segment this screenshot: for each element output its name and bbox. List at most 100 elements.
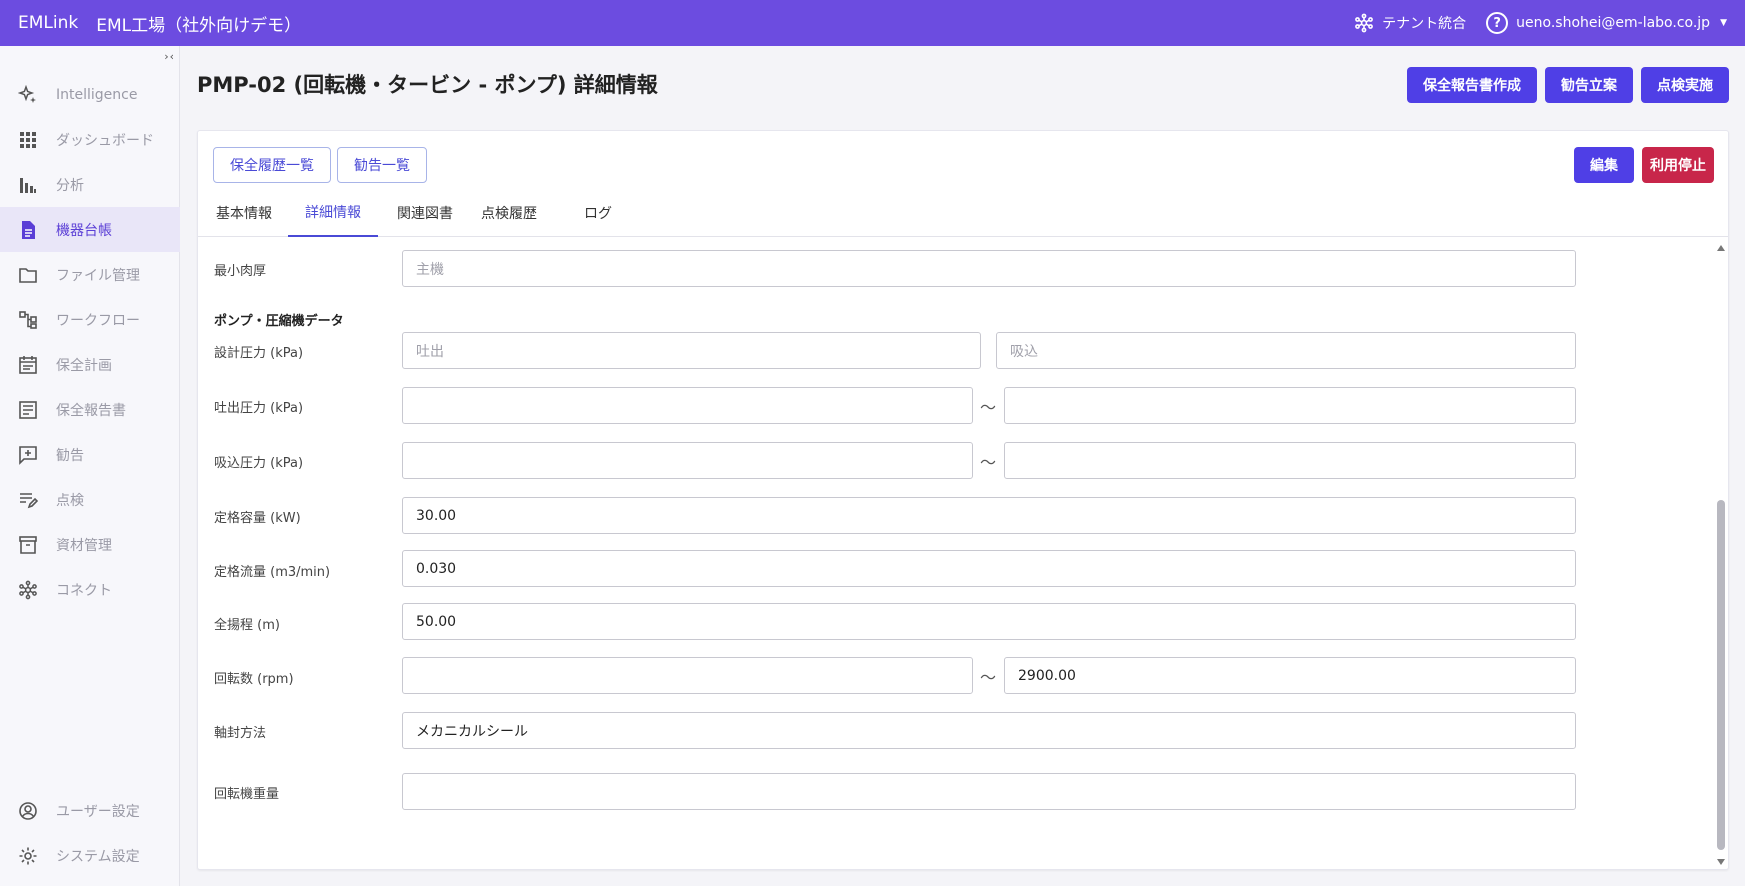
sidebar-item-user-settings[interactable]: ユーザー設定: [0, 788, 180, 833]
min-thickness-input[interactable]: 主機: [402, 250, 1576, 287]
user-email: ueno.shohei@em-labo.co.jp: [1516, 15, 1711, 31]
edit-list-icon: [18, 490, 38, 510]
range-separator: 〜: [980, 398, 997, 417]
page-actions: 保全報告書作成 勧告立案 点検実施: [1407, 67, 1729, 103]
sidebar-item-dashboard[interactable]: ダッシュボード: [0, 117, 180, 162]
rotor-weight-input[interactable]: [402, 773, 1576, 810]
sidebar-item-advice[interactable]: 勧告: [0, 432, 180, 477]
sidebar-item-label: 保全計画: [56, 357, 112, 374]
bar-chart-icon: [18, 175, 38, 195]
sidebar-bottom: ユーザー設定 システム設定: [0, 788, 180, 878]
folder-icon: [18, 265, 38, 285]
top-bar: EMLink EML工場（社外向けデモ） テナント統合 ? ueno.shohe…: [0, 0, 1745, 46]
network-icon: [18, 580, 38, 600]
field-value: 2900.00: [1018, 667, 1076, 684]
run-inspection-button[interactable]: 点検実施: [1641, 67, 1729, 103]
discharge-pressure-to-input[interactable]: [1004, 387, 1576, 424]
gear-icon: [18, 846, 38, 866]
range-separator: 〜: [980, 453, 997, 472]
min-thickness-label: 最小肉厚: [214, 264, 267, 279]
sidebar-item-label: ダッシュボード: [56, 132, 154, 149]
rated-flow-input[interactable]: 0.030: [402, 550, 1576, 587]
sidebar-item-inspection[interactable]: 点検: [0, 477, 180, 522]
field-value: 0.030: [416, 560, 457, 577]
detail-card: 保全履歴一覧 勧告一覧 編集 利用停止 基本情報 詳細情報 関連図書 点検履歴 …: [197, 130, 1729, 870]
discharge-pressure-label: 吐出圧力 (kPa): [214, 401, 304, 416]
sidebar: ›‹ Intelligence ダッシュボード 分析 機器台帳 ファイル管理 ワ…: [0, 46, 180, 886]
page-title: PMP-02 (回転機・タービン - ポンプ) 詳細情報: [197, 73, 658, 97]
sidebar-item-analysis[interactable]: 分析: [0, 162, 180, 207]
sidebar-item-connect[interactable]: コネクト: [0, 567, 180, 612]
sidebar-item-label: 保全報告書: [56, 402, 126, 419]
sidebar-item-equipment-ledger[interactable]: 機器台帳: [0, 207, 180, 252]
collapse-sidebar-icon[interactable]: ›‹: [164, 50, 175, 63]
vertical-scrollbar[interactable]: [1716, 245, 1726, 865]
field-value: メカニカルシール: [416, 723, 528, 740]
tenant-label: テナント統合: [1382, 16, 1467, 32]
comment-plus-icon: [18, 445, 38, 465]
rotation-speed-label: 回転数 (rpm): [214, 672, 294, 687]
sidebar-item-label: 分析: [56, 177, 84, 194]
scrollbar-thumb[interactable]: [1717, 500, 1725, 850]
design-pressure-suction-input[interactable]: 吸込: [996, 332, 1576, 369]
rotation-speed-to-input[interactable]: 2900.00: [1004, 657, 1576, 694]
sidebar-item-label: 資材管理: [56, 537, 112, 554]
site-name: EML工場（社外向けデモ）: [96, 15, 302, 36]
sidebar-item-materials[interactable]: 資材管理: [0, 522, 180, 567]
sidebar-item-label: 機器台帳: [56, 222, 112, 239]
sidebar-item-maintenance-plan[interactable]: 保全計画: [0, 342, 180, 387]
create-report-button[interactable]: 保全報告書作成: [1407, 67, 1537, 103]
archive-icon: [18, 535, 38, 555]
min-thickness-placeholder: 主機: [416, 261, 444, 278]
report-icon: [18, 400, 38, 420]
grid-icon: [18, 130, 38, 150]
section-title: ポンプ・圧縮機データ: [214, 314, 344, 329]
sidebar-item-label: 点検: [56, 492, 84, 509]
create-advice-button[interactable]: 勧告立案: [1545, 67, 1633, 103]
calendar-icon: [18, 355, 38, 375]
sidebar-item-system-settings[interactable]: システム設定: [0, 833, 180, 878]
rated-capacity-input[interactable]: 30.00: [402, 497, 1576, 534]
design-pressure-discharge-input[interactable]: 吐出: [402, 332, 981, 369]
help-icon[interactable]: ?: [1486, 12, 1509, 34]
range-separator: 〜: [980, 668, 997, 687]
sidebar-item-workflow[interactable]: ワークフロー: [0, 297, 180, 342]
tab-inspection-history[interactable]: 点検履歴: [478, 189, 540, 237]
rotation-speed-from-input[interactable]: [402, 657, 973, 694]
rotor-weight-label: 回転機重量: [214, 787, 280, 802]
tab-detail-info[interactable]: 詳細情報: [288, 189, 378, 237]
sidebar-item-intelligence[interactable]: Intelligence: [0, 72, 180, 117]
maintenance-history-button[interactable]: 保全履歴一覧: [213, 147, 331, 183]
scroll-up-arrow-icon[interactable]: [1717, 245, 1725, 251]
form-scroll-area[interactable]: 最小肉厚 主機 ポンプ・圧縮機データ 設計圧力 (kPa) 吐出 吸込 吐出圧力…: [198, 238, 1728, 869]
disable-button[interactable]: 利用停止: [1642, 147, 1714, 183]
user-menu[interactable]: ? ueno.shohei@em-labo.co.jp ▼: [1486, 12, 1727, 34]
workflow-icon: [18, 310, 38, 330]
sidebar-item-label: 勧告: [56, 447, 84, 464]
tenant-switch[interactable]: テナント統合: [1354, 13, 1466, 33]
total-head-label: 全揚程 (m): [214, 618, 280, 633]
header-right: テナント統合 ? ueno.shohei@em-labo.co.jp ▼: [1354, 12, 1727, 34]
field-value: 50.00: [416, 613, 457, 630]
sidebar-item-label: ファイル管理: [56, 267, 140, 284]
edit-button[interactable]: 編集: [1574, 147, 1634, 183]
user-circle-icon: [18, 801, 38, 821]
brand-logo[interactable]: EMLink: [18, 13, 78, 33]
sidebar-item-maintenance-report[interactable]: 保全報告書: [0, 387, 180, 432]
advice-list-button[interactable]: 勧告一覧: [337, 147, 427, 183]
discharge-placeholder: 吐出: [416, 343, 444, 360]
network-icon: [1355, 13, 1374, 33]
tab-basic-info[interactable]: 基本情報: [213, 189, 275, 237]
suction-pressure-from-input[interactable]: [402, 442, 973, 479]
tab-related-docs[interactable]: 関連図書: [394, 189, 456, 237]
suction-pressure-to-input[interactable]: [1004, 442, 1576, 479]
shaft-seal-label: 軸封方法: [214, 726, 267, 741]
total-head-input[interactable]: 50.00: [402, 603, 1576, 640]
sidebar-item-label: システム設定: [56, 848, 140, 865]
scroll-down-arrow-icon[interactable]: [1717, 859, 1725, 865]
tab-log[interactable]: ログ: [578, 189, 618, 237]
sidebar-item-file-management[interactable]: ファイル管理: [0, 252, 180, 297]
shaft-seal-input[interactable]: メカニカルシール: [402, 712, 1576, 749]
field-value: 30.00: [416, 507, 457, 524]
discharge-pressure-from-input[interactable]: [402, 387, 973, 424]
